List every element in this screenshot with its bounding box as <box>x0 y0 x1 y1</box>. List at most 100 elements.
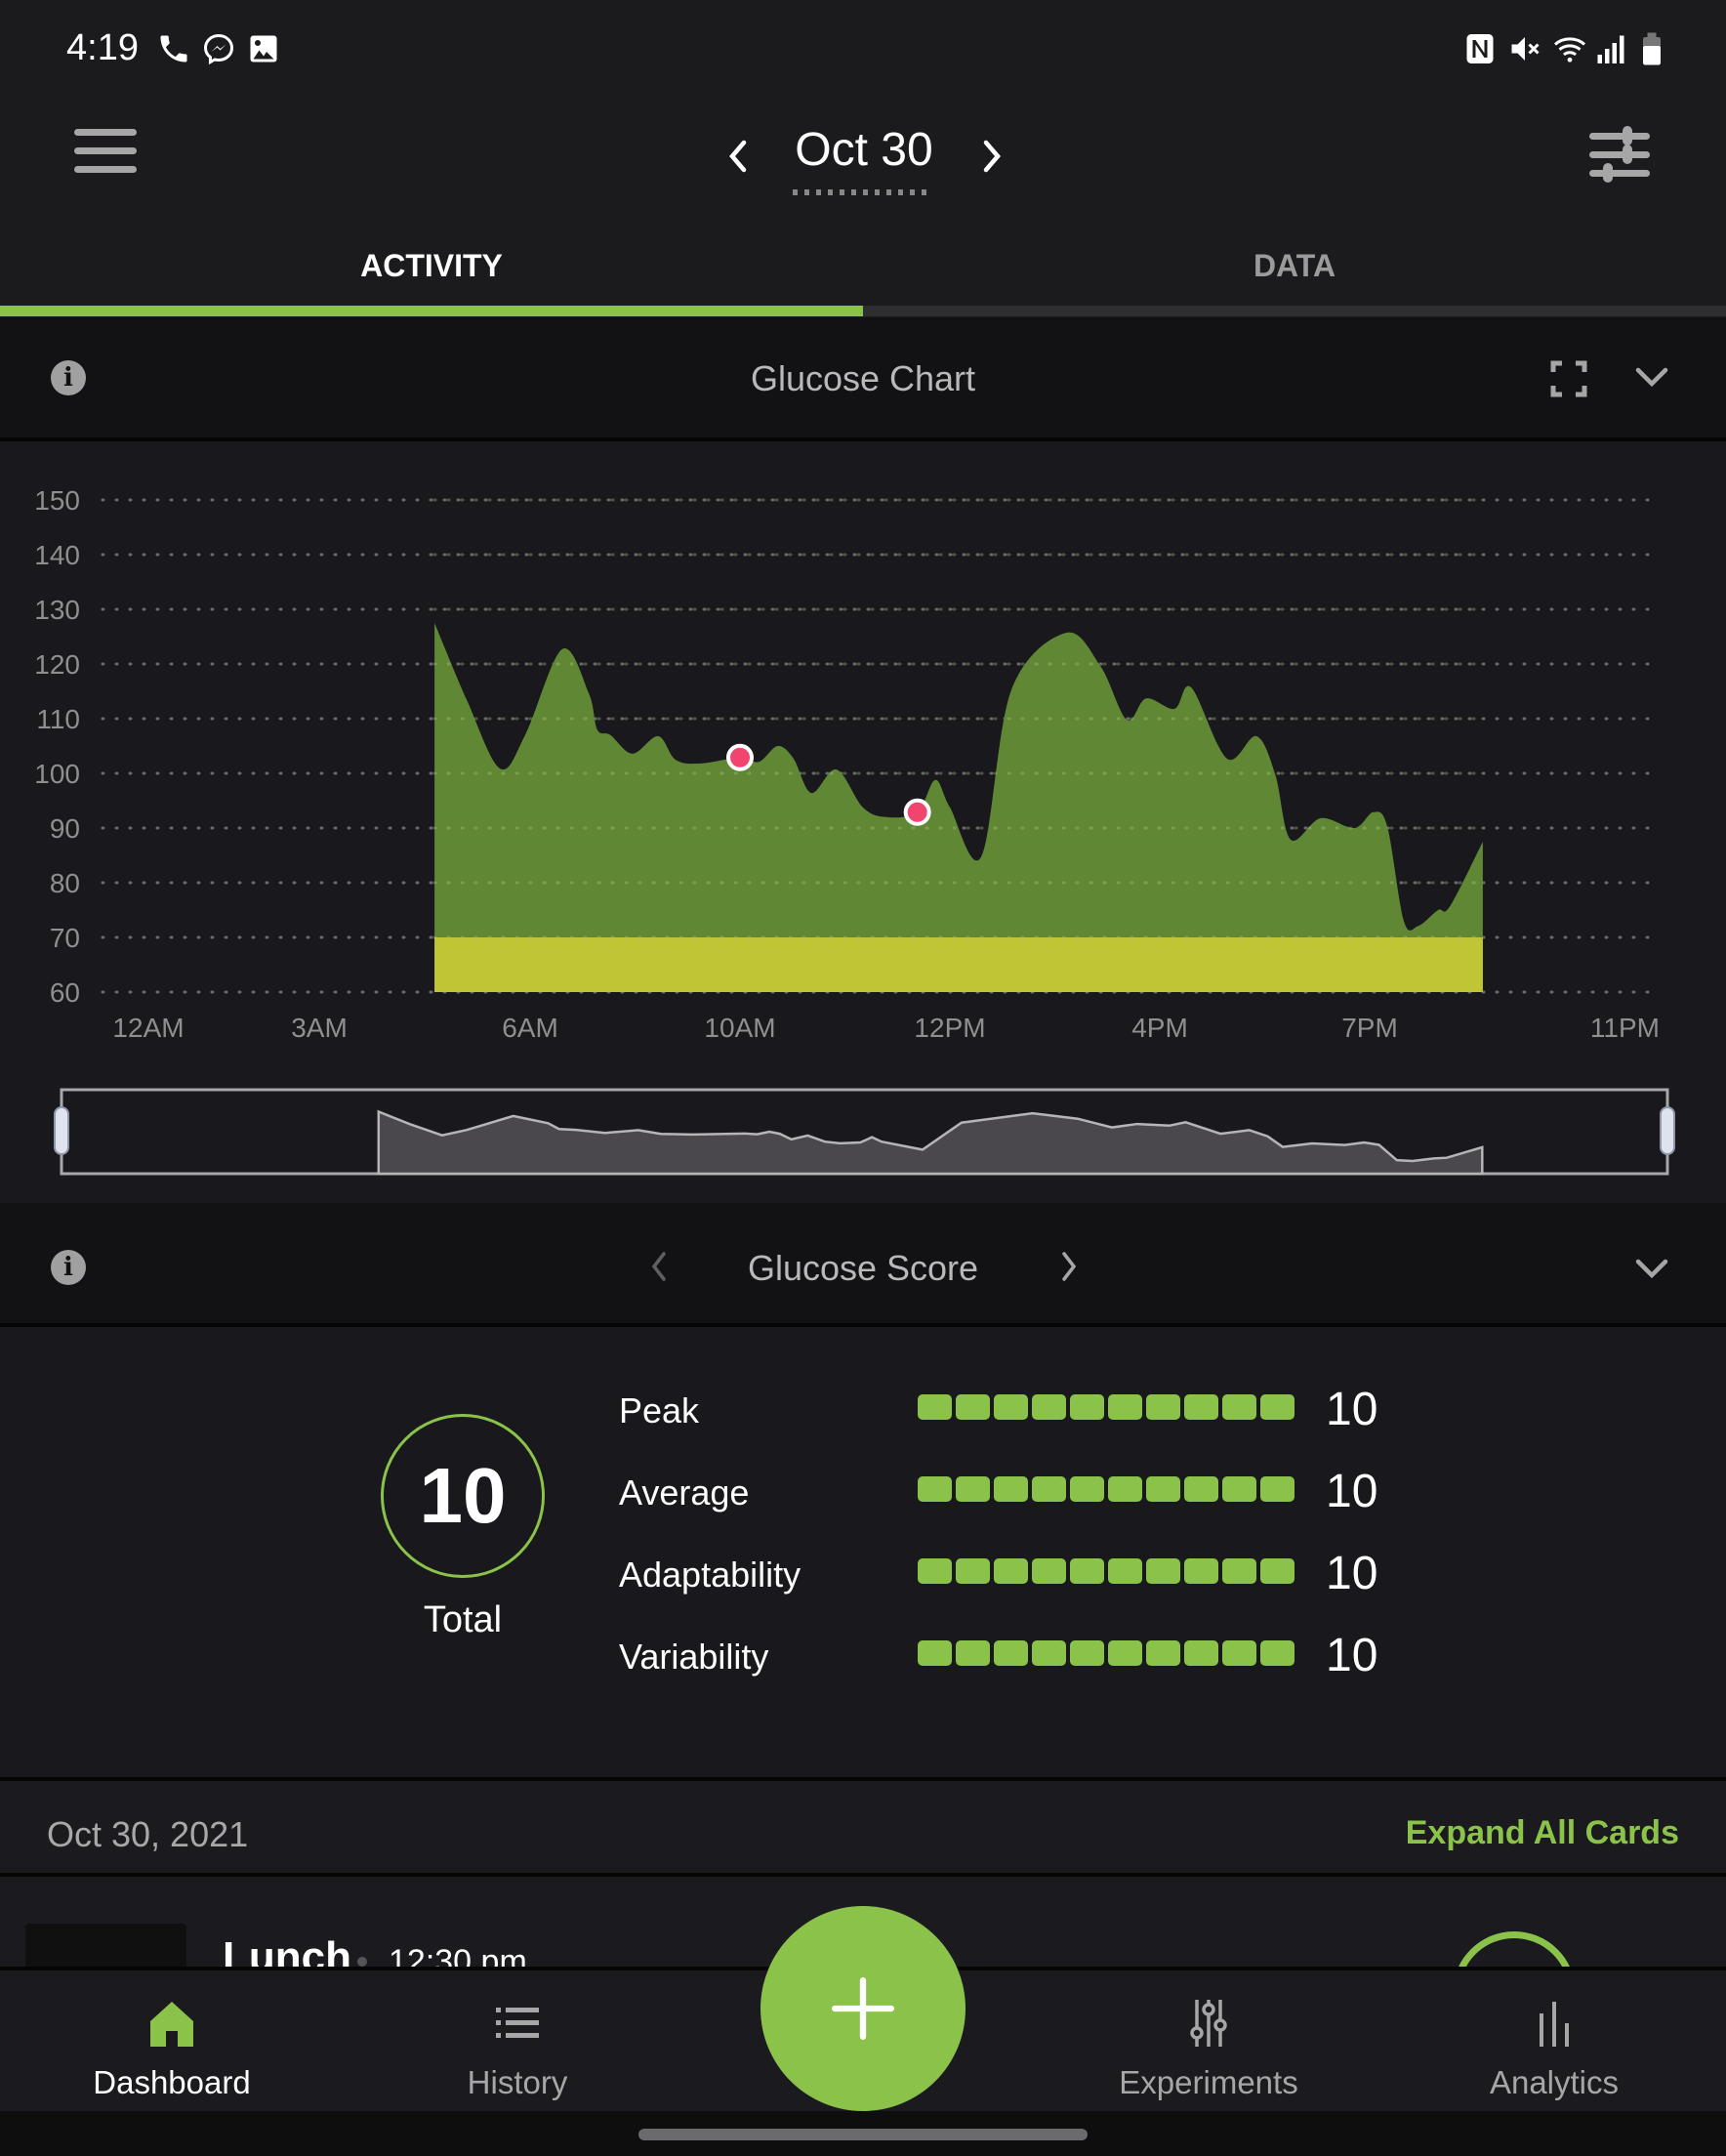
previous-day-button[interactable] <box>720 127 754 186</box>
nav-label: Analytics <box>1489 2064 1620 2100</box>
list-icon <box>496 2008 539 2038</box>
gallery-icon <box>246 31 281 66</box>
meal-time: 12:30 pm <box>389 1943 527 1967</box>
app-header: Oct 30 <box>0 98 1726 225</box>
metric-segment <box>956 1640 990 1666</box>
next-score-button[interactable] <box>1054 1242 1084 1291</box>
nav-dashboard[interactable]: Dashboard <box>55 1970 289 2115</box>
nav-history[interactable]: History <box>400 1970 635 2115</box>
status-time: 4:19 <box>66 27 139 68</box>
glucose-area <box>434 623 1483 992</box>
range-handle-left[interactable] <box>54 1106 69 1155</box>
metric-segment <box>1222 1476 1256 1502</box>
metric-segment <box>1184 1394 1218 1420</box>
sliders-icon[interactable] <box>1587 123 1652 187</box>
metric-segment <box>1260 1394 1294 1420</box>
bar-chart-icon <box>1540 2002 1569 2047</box>
metric-segment <box>1260 1558 1294 1584</box>
nav-analytics[interactable]: Analytics <box>1437 1970 1671 2115</box>
range-handle-right[interactable] <box>1660 1106 1675 1155</box>
home-icon <box>150 2002 193 2047</box>
date-dotted-underline <box>793 189 929 195</box>
info-icon[interactable]: i <box>51 360 86 395</box>
x-tick-label: 10AM <box>704 1013 775 1043</box>
glucose-chart[interactable]: 150 140 130 120 110 100 90 80 70 60 12AM 3AM 6AM 10AM… <box>0 441 1726 1203</box>
collapse-chevron-icon[interactable] <box>1632 1254 1671 1283</box>
tab-bar: ACTIVITY DATA <box>0 225 1726 317</box>
meal-title: Lunch <box>223 1933 351 1967</box>
next-day-button[interactable] <box>976 127 1009 186</box>
x-tick-label: 11PM <box>1590 1013 1660 1043</box>
plus-icon <box>832 1977 894 2040</box>
wifi-icon <box>1552 31 1587 66</box>
metric-segment <box>918 1394 952 1420</box>
y-tick-label: 110 <box>36 704 80 734</box>
glucose-chart-title: Glucose Chart <box>750 358 976 398</box>
x-tick-label: 3AM <box>291 1013 348 1043</box>
metric-segment <box>918 1558 952 1584</box>
metric-segment <box>1260 1640 1294 1666</box>
nav-experiments[interactable]: Experiments <box>1091 1970 1326 2115</box>
total-score-ring: 10 <box>381 1414 545 1578</box>
chevron-left-icon <box>651 1252 666 1281</box>
metric-label-variability: Variability <box>619 1637 769 1677</box>
nfc-icon <box>1462 31 1498 66</box>
metric-bar-average <box>918 1476 1294 1502</box>
add-entry-button[interactable] <box>760 1906 966 2111</box>
nav-label: Experiments <box>1119 2064 1298 2100</box>
battery-icon <box>1634 31 1669 66</box>
feed-date: Oct 30, 2021 <box>47 1814 249 1854</box>
metric-segment <box>1032 1640 1066 1666</box>
glucose-score-title: Glucose Score <box>747 1248 979 1288</box>
event-marker <box>903 798 931 826</box>
previous-score-button[interactable] <box>644 1242 674 1291</box>
expand-all-cards-button[interactable]: Expand All Cards <box>1367 1814 1679 1852</box>
target-range-band <box>434 937 1483 992</box>
metric-label-adaptability: Adaptability <box>619 1555 801 1595</box>
tab-activity[interactable]: ACTIVITY <box>0 225 863 307</box>
event-marker <box>726 743 754 771</box>
y-tick-label: 150 <box>34 485 80 516</box>
metric-segment <box>1108 1394 1142 1420</box>
metric-segment <box>1146 1476 1180 1502</box>
metric-segment <box>1070 1394 1104 1420</box>
nav-label: Dashboard <box>93 2064 251 2100</box>
tab-data[interactable]: DATA <box>863 225 1726 307</box>
metric-segment <box>1222 1640 1256 1666</box>
metric-segment <box>1070 1476 1104 1502</box>
gesture-handle[interactable] <box>638 2129 1088 2140</box>
y-tick-label: 70 <box>50 923 80 953</box>
metric-segment <box>1222 1558 1256 1584</box>
chevron-right-icon <box>983 140 1001 173</box>
system-navigation-bar <box>0 2111 1726 2156</box>
messenger-icon <box>201 31 236 66</box>
metric-value-variability: 10 <box>1326 1630 1378 1681</box>
glucose-score-header: i Glucose Score <box>0 1203 1726 1327</box>
metric-value-peak: 10 <box>1326 1384 1378 1435</box>
chevron-right-icon <box>1062 1252 1077 1281</box>
hamburger-menu-icon[interactable] <box>74 129 137 187</box>
y-tick-label: 140 <box>34 540 80 570</box>
total-score-label: Total <box>423 1599 503 1640</box>
metric-segment <box>1222 1394 1256 1420</box>
x-tick-label: 6AM <box>502 1013 558 1043</box>
glucose-score-body: 10 Total Peak 10 Average 10 Adaptability… <box>0 1328 1726 1777</box>
signal-icon <box>1593 31 1628 66</box>
meal-score-ring <box>1453 1931 1576 1967</box>
metric-segment <box>1146 1394 1180 1420</box>
collapse-chevron-icon[interactable] <box>1632 362 1671 392</box>
separator-dot <box>357 1957 367 1967</box>
y-tick-label: 60 <box>50 977 80 1008</box>
fullscreen-icon[interactable] <box>1550 360 1587 397</box>
info-icon[interactable]: i <box>51 1250 86 1285</box>
metric-segment <box>994 1476 1028 1502</box>
metric-segment <box>1032 1394 1066 1420</box>
experiments-icon <box>1190 2000 1227 2047</box>
date-selector[interactable]: Oct 30 <box>781 123 947 177</box>
metric-segment <box>1260 1476 1294 1502</box>
metric-segment <box>1184 1558 1218 1584</box>
metric-bar-variability <box>918 1640 1294 1666</box>
status-bar: 4:19 <box>0 0 1726 98</box>
metric-label-peak: Peak <box>619 1390 700 1430</box>
y-tick-label: 100 <box>34 759 80 789</box>
